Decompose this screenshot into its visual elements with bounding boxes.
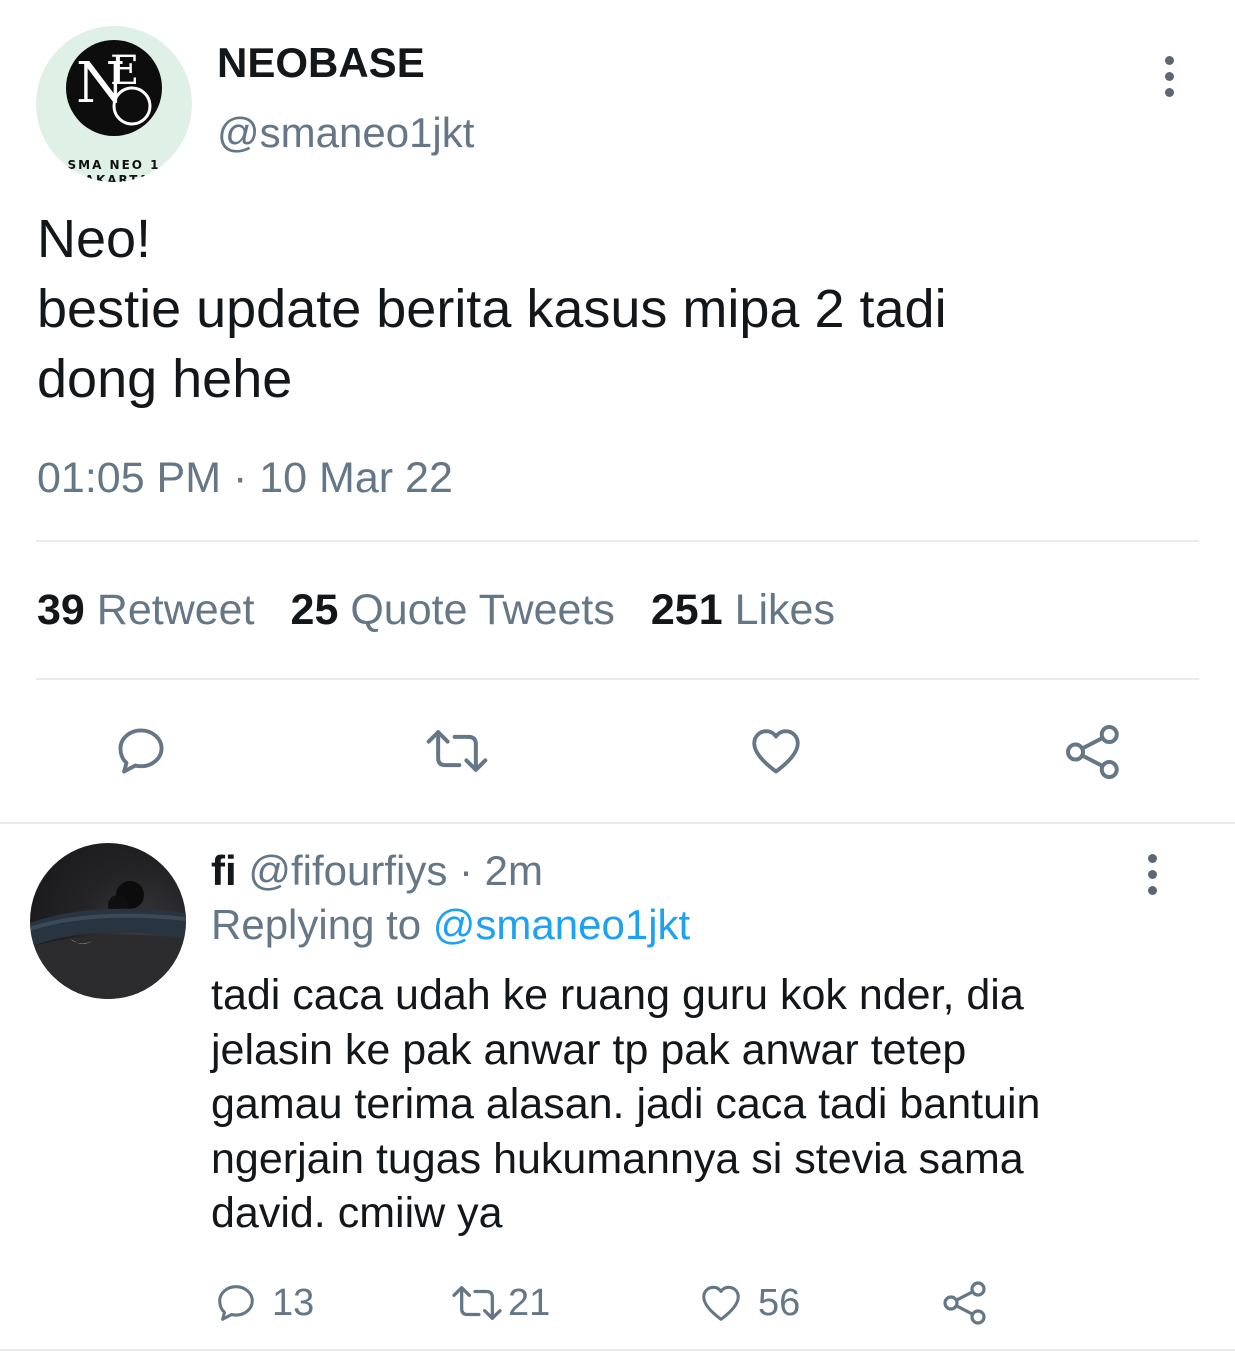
bottom-divider	[0, 1349, 1235, 1351]
more-options-icon[interactable]	[1150, 52, 1190, 102]
reply-author-handle[interactable]: @fifourfiys	[248, 847, 447, 894]
retweet-label: Retweet	[96, 586, 255, 634]
retweet-icon	[452, 1286, 502, 1320]
reply-avatar-photo	[30, 881, 186, 999]
author-name[interactable]: NEOBASE	[217, 38, 425, 88]
reply-retweet-button[interactable]: 21	[450, 1280, 550, 1326]
reply-like-button[interactable]: 56	[696, 1280, 800, 1326]
avatar-caption-line1: SMA NEO 1	[67, 158, 161, 172]
reply-text: tadi caca udah ke ruang guru kok nder, d…	[211, 968, 1201, 1241]
section-divider	[0, 822, 1235, 824]
tweet-timestamp[interactable]: 01:05 PM · 10 Mar 22	[37, 450, 453, 506]
reply-more-options-icon[interactable]	[1133, 850, 1173, 900]
retweet-icon[interactable]	[424, 722, 490, 780]
reply-text-line: ngerjain tugas hukumannya si stevia sama	[211, 1134, 1024, 1183]
replying-to: Replying to @smaneo1jkt	[211, 898, 690, 952]
neo-logo-letters: N E	[76, 48, 152, 126]
reply-icon[interactable]	[112, 722, 170, 780]
neo-logo: N E	[66, 40, 162, 136]
like-count: 56	[758, 1282, 801, 1324]
divider	[36, 540, 1199, 542]
reply-text-line: tadi caca udah ke ruang guru kok nder, d…	[211, 971, 1024, 1019]
retweet-count: 39	[37, 586, 85, 634]
author-handle[interactable]: @smaneo1jkt	[217, 108, 474, 158]
quote-stat[interactable]: 25 Quote Tweets	[291, 586, 615, 634]
tweet-text: Neo! bestie update berita kasus mipa 2 t…	[37, 204, 1187, 414]
likes-count: 251	[650, 586, 723, 634]
quote-count: 25	[290, 586, 339, 634]
divider	[36, 678, 1199, 680]
author-avatar[interactable]: N E SMA NEO 1 JAKARTA	[36, 26, 192, 182]
reply-time[interactable]: 2m	[485, 847, 543, 894]
reply-avatar[interactable]	[30, 843, 186, 999]
reply-share-button[interactable]	[940, 1280, 990, 1326]
tweet-text-line: dong hehe	[37, 349, 293, 409]
avatar-caption: SMA NEO 1 JAKARTA	[36, 158, 192, 182]
reply-icon	[218, 1285, 254, 1321]
likes-stat[interactable]: 251 Likes	[651, 586, 835, 634]
reply-header: fi @fifourfiys · 2m	[211, 844, 543, 898]
reply-author-name[interactable]: fi	[211, 847, 237, 894]
retweet-count: 21	[508, 1282, 551, 1324]
quote-label: Quote Tweets	[350, 586, 615, 634]
tweet-text-line: Neo!	[37, 209, 152, 269]
replying-mention-link[interactable]: @smaneo1jkt	[433, 901, 690, 948]
reply-text-line: gamau terima alasan. jadi caca tadi bant…	[211, 1080, 1041, 1128]
avatar-caption-line2: JAKARTA	[78, 173, 150, 182]
like-icon[interactable]	[746, 722, 806, 780]
reply-text-line: david. cmiiw ya	[211, 1189, 503, 1237]
reply-separator: ·	[447, 847, 485, 894]
like-icon	[702, 1285, 740, 1321]
tweet-text-line: bestie update berita kasus mipa 2 tadi	[37, 279, 947, 339]
reply-text-line: jelasin ke pak anwar tp pak anwar tetep	[211, 1025, 967, 1074]
likes-label: Likes	[734, 586, 835, 634]
reply-reply-button[interactable]: 13	[212, 1280, 314, 1326]
tweet-stats: 39 Retweet 25 Quote Tweets 251 Likes	[37, 582, 835, 638]
reply-count: 13	[272, 1282, 315, 1324]
share-icon[interactable]	[1062, 722, 1124, 782]
retweet-stat[interactable]: 39 Retweet	[37, 586, 255, 634]
replying-prefix: Replying to	[211, 901, 433, 948]
share-icon	[943, 1281, 986, 1325]
